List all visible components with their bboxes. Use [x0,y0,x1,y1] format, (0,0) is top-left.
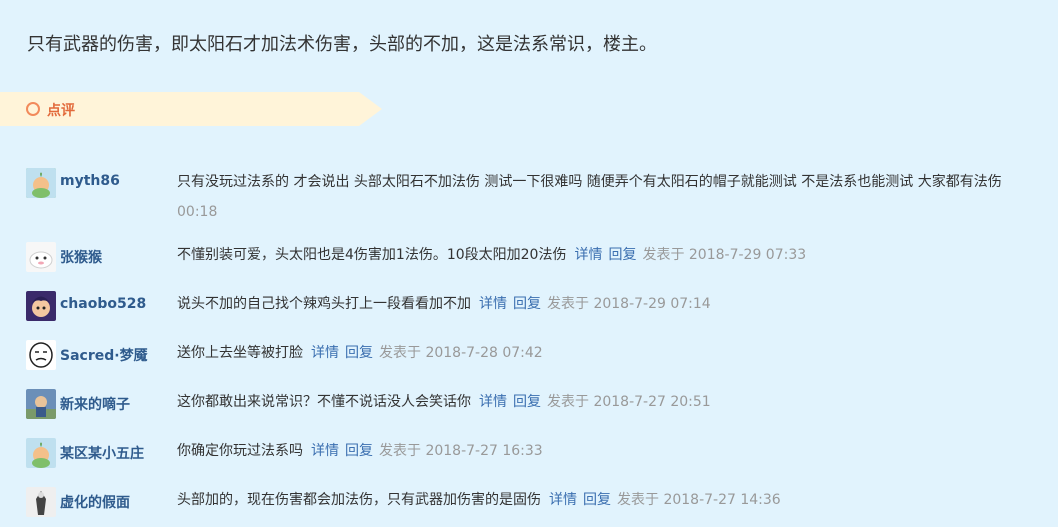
username-link[interactable]: myth86 [60,173,120,189]
detail-link[interactable]: 详情 [549,492,577,508]
comment-content: 头部加的，现在伤害都会加法伤，只有武器加伤害的是固伤 详情 回复 发表于 2018-7… [177,485,781,515]
user-avatar[interactable] [26,242,56,272]
username-link[interactable]: 虚化的假面 [60,492,130,512]
comment-content: 你确定你玩过法系吗 详情 回复 发表于 2018-7-27 16:33 [177,436,543,466]
post-time: 发表于 2018-7-27 16:33 [379,443,543,459]
comment-text: 不懂别装可爱，头太阳也是4伤害加1法伤。10段太阳加20法伤 [177,247,567,263]
detail-link[interactable]: 详情 [479,296,507,312]
username-link[interactable]: 某区某小五庄 [60,443,144,463]
user-avatar[interactable] [26,438,56,468]
comment-row: 虚化的假面 头部加的，现在伤害都会加法伤，只有武器加伤害的是固伤 详情 回复 发表于 … [0,485,1058,525]
comment-content: 这你都敢出来说常识？不懂不说话没人会笑话你 详情 回复 发表于 2018-7-27 2… [177,387,711,417]
reply-link[interactable]: 回复 [345,443,373,459]
comment-row: 某区某小五庄 你确定你玩过法系吗 详情 回复 发表于 2018-7-27 16:33 [0,436,1058,476]
comment-row: chaobo528 说头不加的自己找个辣鸡头打上一段看看加不加 详情 回复 发表于 2… [0,289,1058,329]
review-header: 点评 [0,92,382,126]
comment-text: 送你上去坐等被打脸 [177,345,303,361]
comment-second-line: 00:18 [177,204,218,220]
post-time: 发表于 2018-7-27 14:36 [617,492,781,508]
comment-content: 送你上去坐等被打脸 详情 回复 发表于 2018-7-28 07:42 [177,338,543,368]
post-time: 发表于 2018-7-29 07:14 [547,296,711,312]
comment-text: 说头不加的自己找个辣鸡头打上一段看看加不加 [177,296,471,312]
comment-text: 你确定你玩过法系吗 [177,443,303,459]
detail-link[interactable]: 详情 [311,345,339,361]
reply-link[interactable]: 回复 [345,345,373,361]
user-avatar[interactable] [26,487,56,517]
reply-link[interactable]: 回复 [513,296,541,312]
comment-content: 不懂别装可爱，头太阳也是4伤害加1法伤。10段太阳加20法伤 详情 回复 发表于 20… [177,240,806,270]
comment-content: 说头不加的自己找个辣鸡头打上一段看看加不加 详情 回复 发表于 2018-7-29 0… [177,289,711,319]
post-time: 发表于 2018-7-27 20:51 [547,394,711,410]
username-link[interactable]: 新来的嘀子 [60,394,130,414]
comment-row: myth86 只有没玩过法系的 才会说出 头部太阳石不加法伤 测试一下很难吗 随… [0,167,1058,220]
review-label: 点评 [47,103,75,119]
detail-link[interactable]: 详情 [479,394,507,410]
comment-text: 这你都敢出来说常识？不懂不说话没人会笑话你 [177,394,471,410]
username-link[interactable]: Sacred·梦魇 [60,345,148,365]
comment-row: 张猴猴 不懂别装可爱，头太阳也是4伤害加1法伤。10段太阳加20法伤 详情 回复 发表… [0,240,1058,280]
post-time: 发表于 2018-7-28 07:42 [379,345,543,361]
comment-text: 头部加的，现在伤害都会加法伤，只有武器加伤害的是固伤 [177,492,541,508]
user-avatar[interactable] [26,291,56,321]
comment-content: 只有没玩过法系的 才会说出 头部太阳石不加法伤 测试一下很难吗 随便弄个有太阳石… [177,167,1002,197]
post-text: 只有武器的伤害，即太阳石才加法术伤害，头部的不加，这是法系常识，楼主。 [27,34,657,55]
comment-row: Sacred·梦魇 送你上去坐等被打脸 详情 回复 发表于 2018-7-28 07:… [0,338,1058,378]
user-avatar[interactable] [26,389,56,419]
reply-link[interactable]: 回复 [583,492,611,508]
user-avatar[interactable] [26,340,56,370]
reply-link[interactable]: 回复 [608,247,636,263]
user-avatar[interactable] [26,168,56,198]
detail-link[interactable]: 详情 [574,247,602,263]
comment-row: 新来的嘀子 这你都敢出来说常识？不懂不说话没人会笑话你 详情 回复 发表于 2018-… [0,387,1058,427]
comment-text: 只有没玩过法系的 才会说出 头部太阳石不加法伤 测试一下很难吗 随便弄个有太阳石… [177,174,1002,190]
detail-link[interactable]: 详情 [311,443,339,459]
username-link[interactable]: 张猴猴 [60,247,102,267]
circle-icon [26,102,40,116]
post-time: 发表于 2018-7-29 07:33 [642,247,807,263]
reply-link[interactable]: 回复 [513,394,541,410]
username-link[interactable]: chaobo528 [60,296,146,312]
